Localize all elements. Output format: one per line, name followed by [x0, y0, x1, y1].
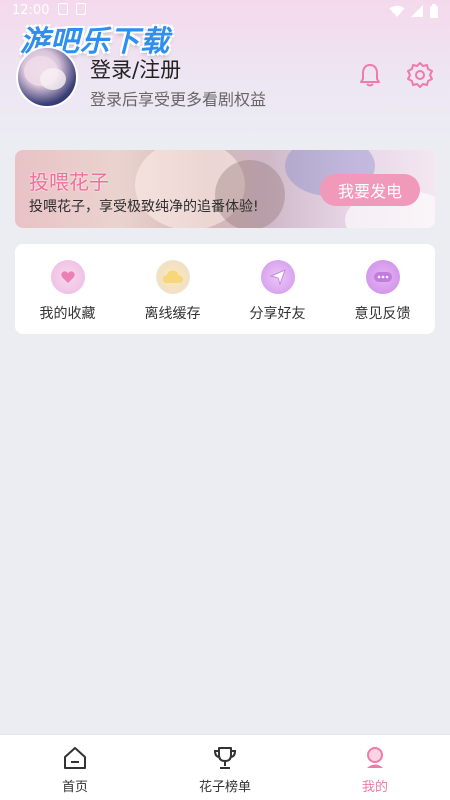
nav-item-label: 首页: [61, 780, 88, 795]
donate-banner[interactable]: 投喂花子 投喂花子，享受极致纯净的追番体验! 我要发电: [15, 150, 435, 228]
menu-item-favorites[interactable]: 我的收藏: [15, 244, 120, 334]
share-icon: [260, 260, 295, 294]
menu-item-label: 意见反馈: [354, 306, 411, 322]
nav-item-label: 花子榜单: [198, 780, 251, 795]
gear-icon[interactable]: [406, 61, 434, 89]
bell-icon[interactable]: [357, 62, 383, 88]
signal-icon: [411, 4, 423, 17]
download-notification-icon: [58, 3, 68, 15]
menu-item-label: 我的收藏: [39, 306, 96, 322]
notification-icons: [58, 3, 86, 15]
nav-item-home[interactable]: 首页: [0, 735, 150, 800]
menu-item-offline-cache[interactable]: 离线缓存: [120, 244, 225, 334]
trophy-icon: [213, 747, 237, 769]
login-register-link[interactable]: 登录/注册: [90, 54, 181, 84]
app-notification-icon: [76, 3, 86, 15]
nav-item-mine[interactable]: 我的: [300, 735, 450, 800]
wifi-icon: [389, 5, 405, 17]
system-icons: [389, 4, 438, 18]
profile-icon: [367, 747, 383, 768]
nav-item-label: 我的: [361, 780, 388, 795]
nav-item-ranking[interactable]: 花子榜单: [150, 735, 300, 800]
cloud-download-icon: [155, 260, 190, 294]
banner-subtitle: 投喂花子，享受极致纯净的追番体验!: [29, 199, 259, 215]
menu-item-label: 分享好友: [249, 306, 306, 322]
menu-item-label: 离线缓存: [144, 306, 201, 322]
bottom-nav: 首页 花子榜单 我的: [0, 734, 450, 800]
menu-item-share[interactable]: 分享好友: [225, 244, 330, 334]
menu-item-feedback[interactable]: 意见反馈: [330, 244, 435, 334]
login-benefit-text: 登录后享受更多看剧权益: [90, 90, 267, 109]
feature-menu: 我的收藏 离线缓存 分享好友 意见反馈: [15, 244, 435, 334]
avatar[interactable]: [16, 46, 78, 108]
battery-icon: [430, 4, 438, 18]
banner-title: 投喂花子: [29, 170, 109, 194]
feedback-icon: [365, 260, 400, 294]
status-time: 12:00: [12, 3, 50, 18]
favorite-icon: [50, 260, 85, 294]
donate-button[interactable]: 我要发电: [320, 174, 420, 206]
home-icon: [64, 747, 86, 769]
